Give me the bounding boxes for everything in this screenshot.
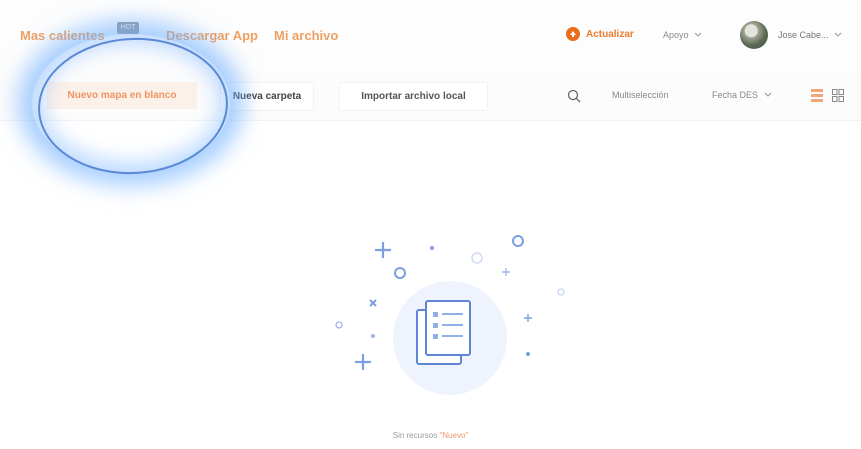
- hot-badge: HOT: [117, 22, 139, 34]
- upgrade-icon: [566, 27, 580, 41]
- empty-state-illustration: [335, 235, 565, 395]
- upgrade-button[interactable]: Actualizar: [566, 27, 634, 41]
- username-label: Jose Cabe...: [778, 30, 829, 40]
- grid-view-icon[interactable]: [832, 89, 844, 102]
- empty-state-message: Sin recursos "Nuevo": [0, 431, 861, 440]
- list-view-icon[interactable]: [811, 89, 823, 102]
- empty-state-prefix: Sin recursos: [392, 431, 438, 440]
- avatar[interactable]: [740, 21, 768, 49]
- chevron-down-icon: [834, 32, 842, 37]
- search-icon[interactable]: [567, 89, 581, 103]
- empty-state-query: "Nuevo": [439, 431, 469, 440]
- top-navigation-bar: Mas calientes HOT Descargar App Mi archi…: [0, 0, 861, 73]
- upgrade-label: Actualizar: [586, 28, 634, 40]
- chevron-down-icon: [764, 92, 771, 97]
- sort-dropdown[interactable]: Fecha DES: [712, 90, 772, 100]
- support-menu[interactable]: Apoyo: [663, 30, 702, 40]
- multiselect-button[interactable]: Multiselección: [612, 90, 669, 100]
- chevron-down-icon: [694, 32, 702, 37]
- nav-hot-maps-link[interactable]: Mas calientes: [20, 28, 105, 43]
- support-label: Apoyo: [663, 30, 689, 40]
- nav-my-file-link[interactable]: Mi archivo: [274, 28, 338, 43]
- nav-download-app-link[interactable]: Descargar App: [166, 28, 258, 43]
- new-blank-map-button[interactable]: Nuevo mapa en blanco: [47, 82, 197, 109]
- file-toolbar: Nuevo mapa en blanco Nueva carpeta Impor…: [0, 72, 861, 121]
- sort-label: Fecha DES: [712, 90, 759, 100]
- user-menu[interactable]: Jose Cabe...: [778, 30, 842, 40]
- import-local-file-button[interactable]: Importar archivo local: [339, 82, 488, 111]
- new-folder-button[interactable]: Nueva carpeta: [220, 82, 314, 111]
